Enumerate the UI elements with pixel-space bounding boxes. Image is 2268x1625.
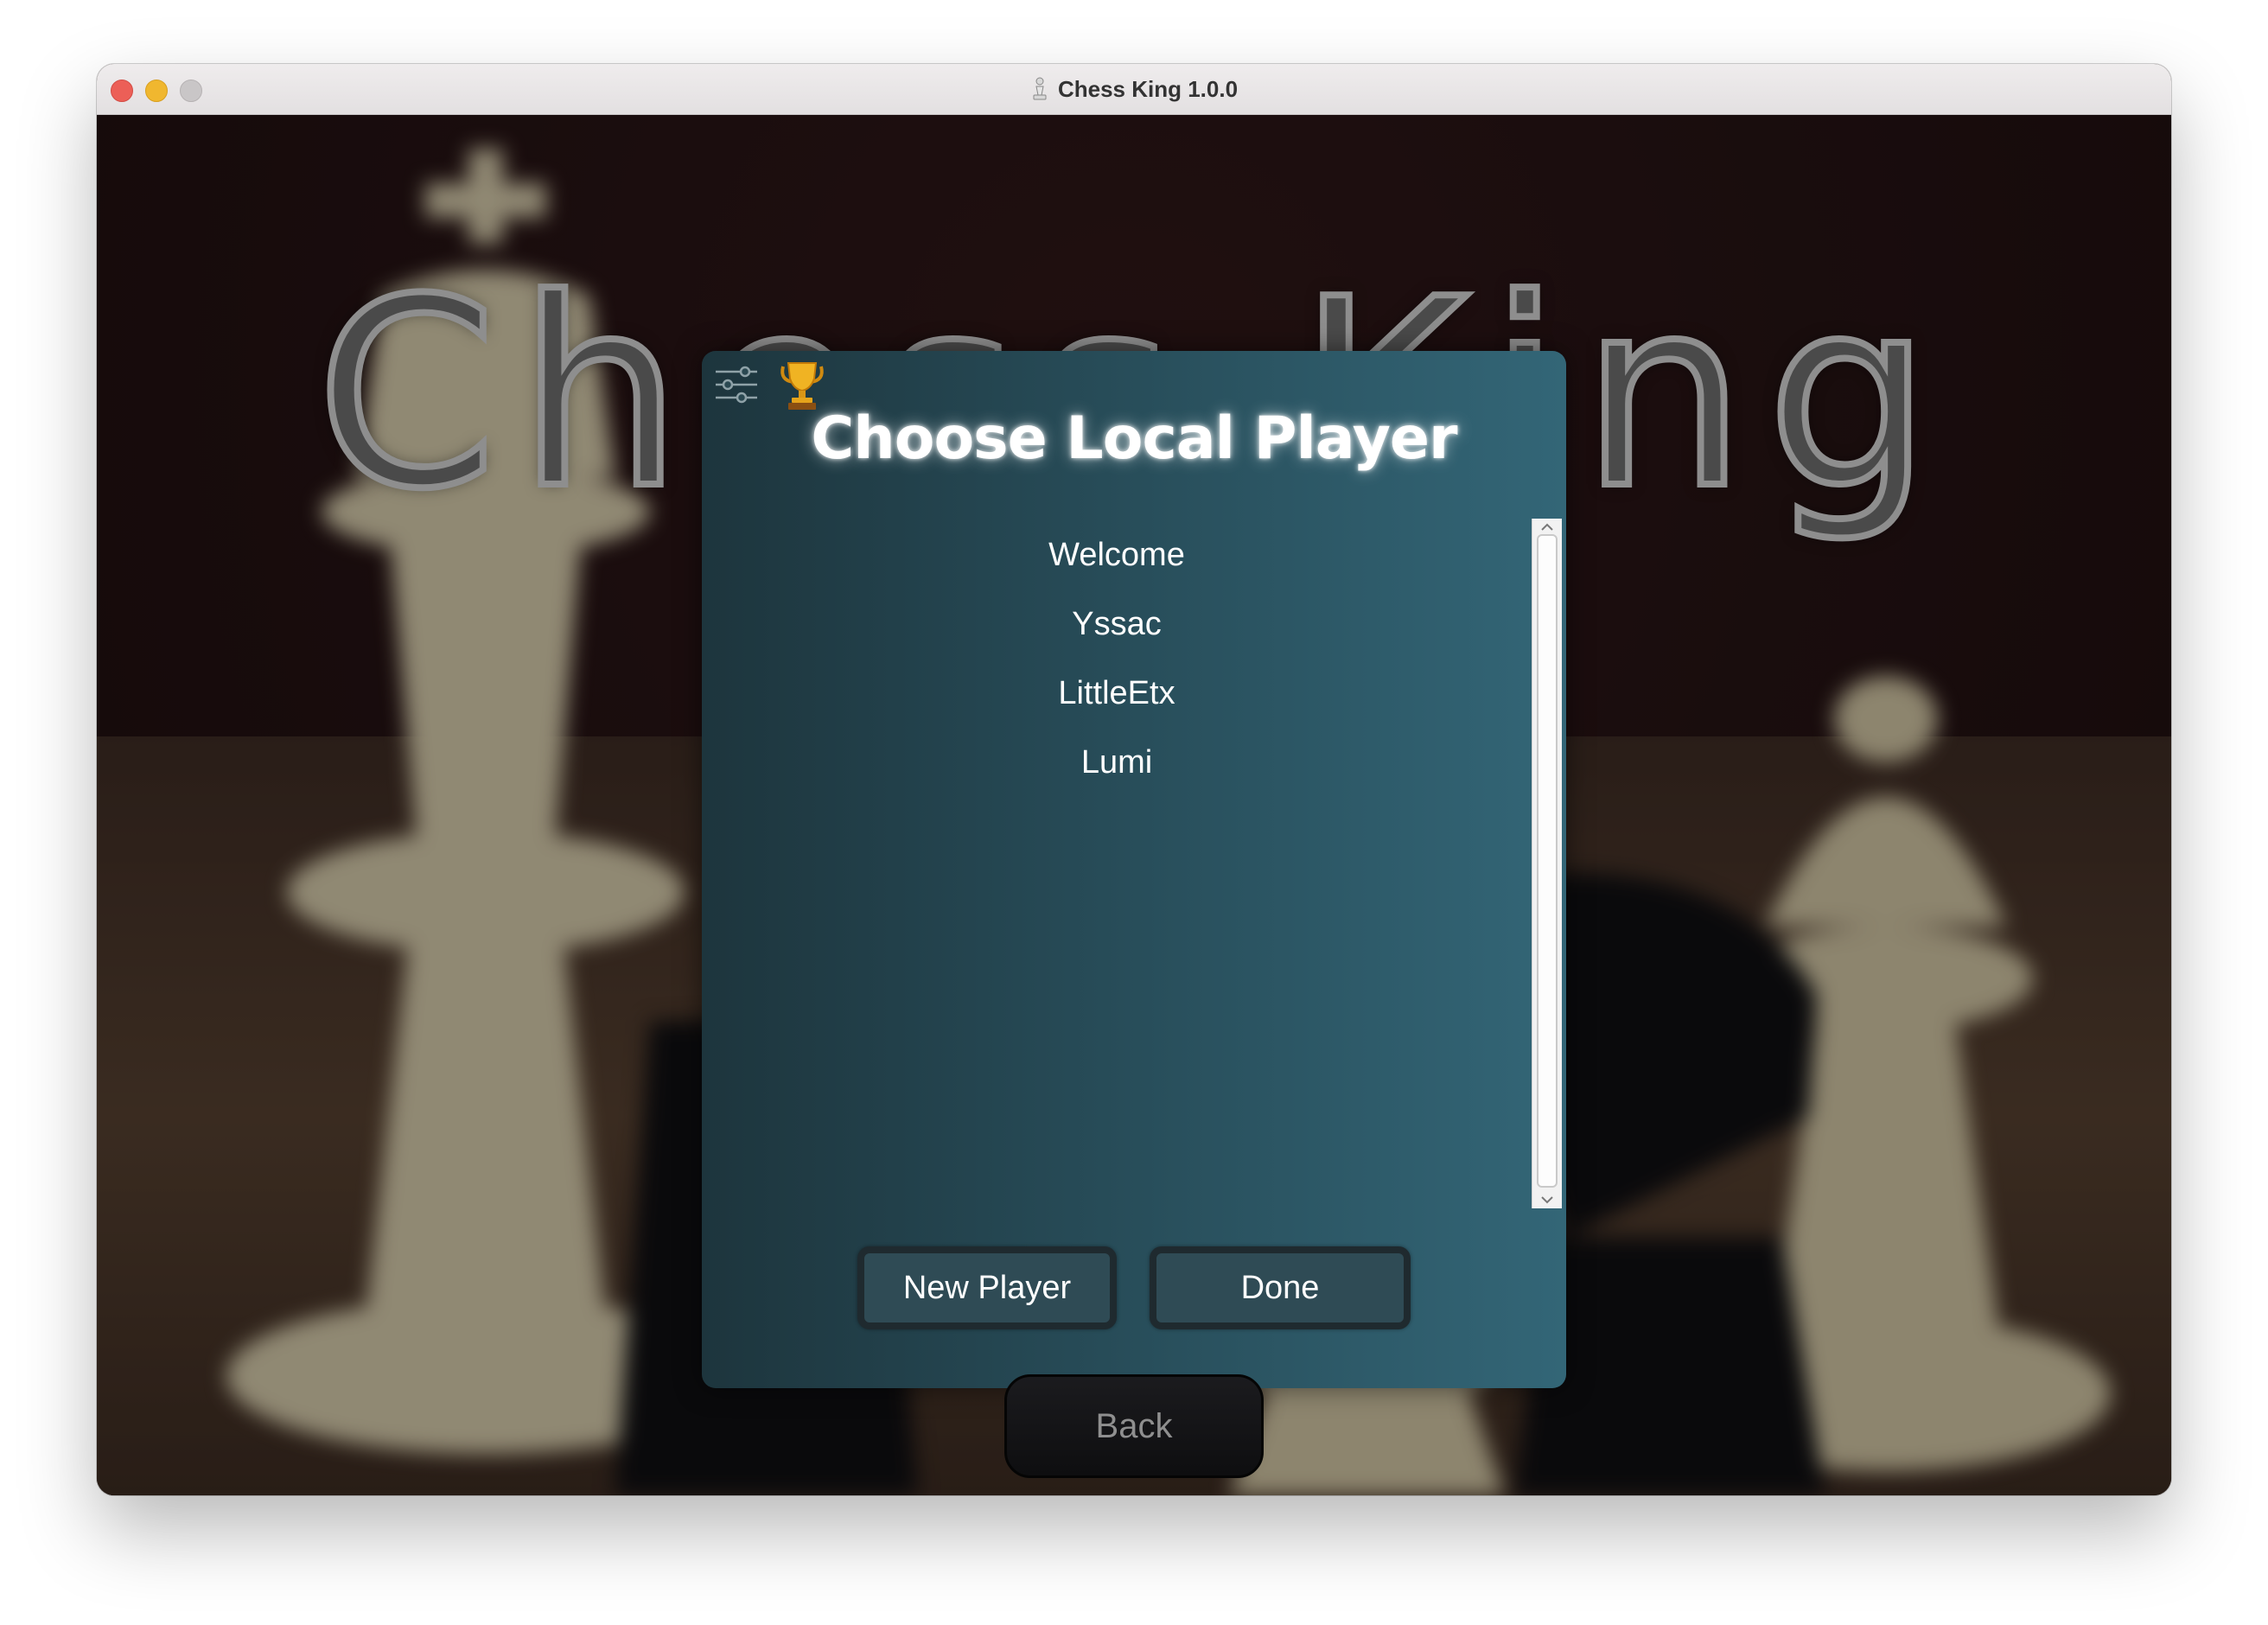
scroll-down-arrow-icon[interactable]: [1532, 1191, 1562, 1208]
scrollbar-thumb[interactable]: [1537, 534, 1558, 1188]
new-player-button[interactable]: New Player: [857, 1246, 1117, 1329]
player-list-item[interactable]: Lumi: [702, 728, 1532, 797]
main-content: Chess King Choose Loc: [97, 114, 2171, 1495]
trophy-icon[interactable]: [776, 360, 828, 411]
player-list-item[interactable]: Yssac: [702, 589, 1532, 659]
player-list[interactable]: Welcome Yssac LittleEtx Lumi: [702, 520, 1532, 1208]
player-list-scrollbar[interactable]: [1532, 519, 1562, 1208]
window-title: Chess King 1.0.0: [1057, 75, 1239, 102]
done-button[interactable]: Done: [1150, 1246, 1411, 1329]
back-button[interactable]: Back: [1004, 1374, 1264, 1478]
player-list-item[interactable]: LittleEtx: [702, 659, 1532, 728]
choose-player-dialog: Choose Local Player Welcome Yssac Little…: [702, 351, 1566, 1388]
window-title-group: Chess King 1.0.0: [97, 64, 2171, 114]
scroll-up-arrow-icon[interactable]: [1532, 519, 1562, 536]
app-window: Chess King 1.0.0 King Choose Local Playe…: [97, 64, 2171, 1495]
sliders-icon[interactable]: [714, 363, 759, 406]
title-bar: Chess King 1.0.0: [97, 64, 2171, 115]
chess-pawn-icon: [1033, 77, 1047, 100]
player-list-item[interactable]: Welcome: [702, 520, 1532, 589]
dialog-title: Choose Local Player: [811, 405, 1457, 473]
